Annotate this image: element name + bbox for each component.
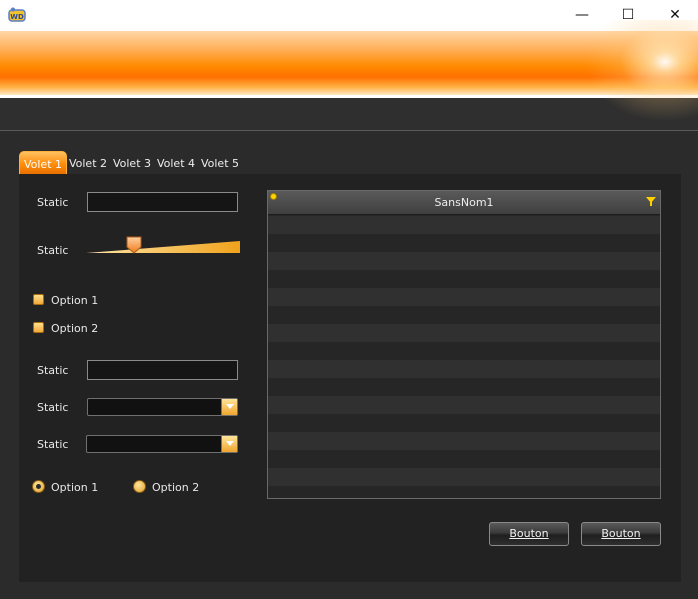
app-icon: WD xyxy=(8,7,26,22)
radio-option-1[interactable] xyxy=(32,480,45,493)
filter-icon[interactable] xyxy=(646,197,656,206)
static1-input[interactable] xyxy=(87,192,238,212)
static2-label: Static xyxy=(37,364,69,377)
maximize-button[interactable]: ☐ xyxy=(605,0,651,31)
combo1-chevron-down-icon[interactable] xyxy=(221,399,237,415)
tab-volet-2[interactable]: Volet 2 xyxy=(68,151,108,174)
minimize-button[interactable]: — xyxy=(559,0,605,31)
checkbox-option-2[interactable] xyxy=(33,322,44,333)
radio-option-2-label[interactable]: Option 2 xyxy=(152,481,199,494)
combo2-label: Static xyxy=(37,438,69,451)
slider-label: Static xyxy=(37,244,69,257)
tab-volet-5[interactable]: Volet 5 xyxy=(200,151,240,174)
table-rows[interactable] xyxy=(268,216,660,498)
data-table[interactable]: SansNom1 xyxy=(267,190,661,499)
column-marker-icon xyxy=(270,193,277,200)
checkbox-option-1-label[interactable]: Option 1 xyxy=(51,294,98,307)
bouton-button-1[interactable]: Bouton xyxy=(489,522,569,546)
combo1-label: Static xyxy=(37,401,69,414)
radio-option-2[interactable] xyxy=(133,480,146,493)
static2-input[interactable] xyxy=(87,360,238,380)
close-button[interactable]: ✕ xyxy=(652,0,698,31)
static1-label: Static xyxy=(37,196,69,209)
slider-thumb[interactable] xyxy=(126,236,142,254)
radio-option-1-label[interactable]: Option 1 xyxy=(51,481,98,494)
header-band xyxy=(0,98,698,131)
header-banner xyxy=(0,31,698,95)
tab-volet-1[interactable]: Volet 1 xyxy=(19,151,67,174)
combo2-select[interactable] xyxy=(86,435,238,453)
tab-volet-4[interactable]: Volet 4 xyxy=(156,151,196,174)
maximize-icon: ☐ xyxy=(621,7,635,23)
close-icon: ✕ xyxy=(669,7,681,23)
bouton-button-1-label: Bouton xyxy=(509,527,549,540)
combo1-select[interactable] xyxy=(87,398,238,416)
column-header-label: SansNom1 xyxy=(434,196,494,209)
checkbox-option-1[interactable] xyxy=(33,294,44,305)
svg-text:WD: WD xyxy=(10,13,24,21)
tab-volet-3[interactable]: Volet 3 xyxy=(112,151,152,174)
bouton-button-2[interactable]: Bouton xyxy=(581,522,661,546)
slider-track[interactable] xyxy=(86,240,240,254)
bouton-button-2-label: Bouton xyxy=(601,527,641,540)
combo2-chevron-down-icon[interactable] xyxy=(221,436,237,452)
checkbox-option-2-label[interactable]: Option 2 xyxy=(51,322,98,335)
title-bar: WD — ☐ ✕ xyxy=(0,0,698,31)
minimize-icon: — xyxy=(575,7,589,23)
table-column-header[interactable]: SansNom1 xyxy=(268,191,660,215)
